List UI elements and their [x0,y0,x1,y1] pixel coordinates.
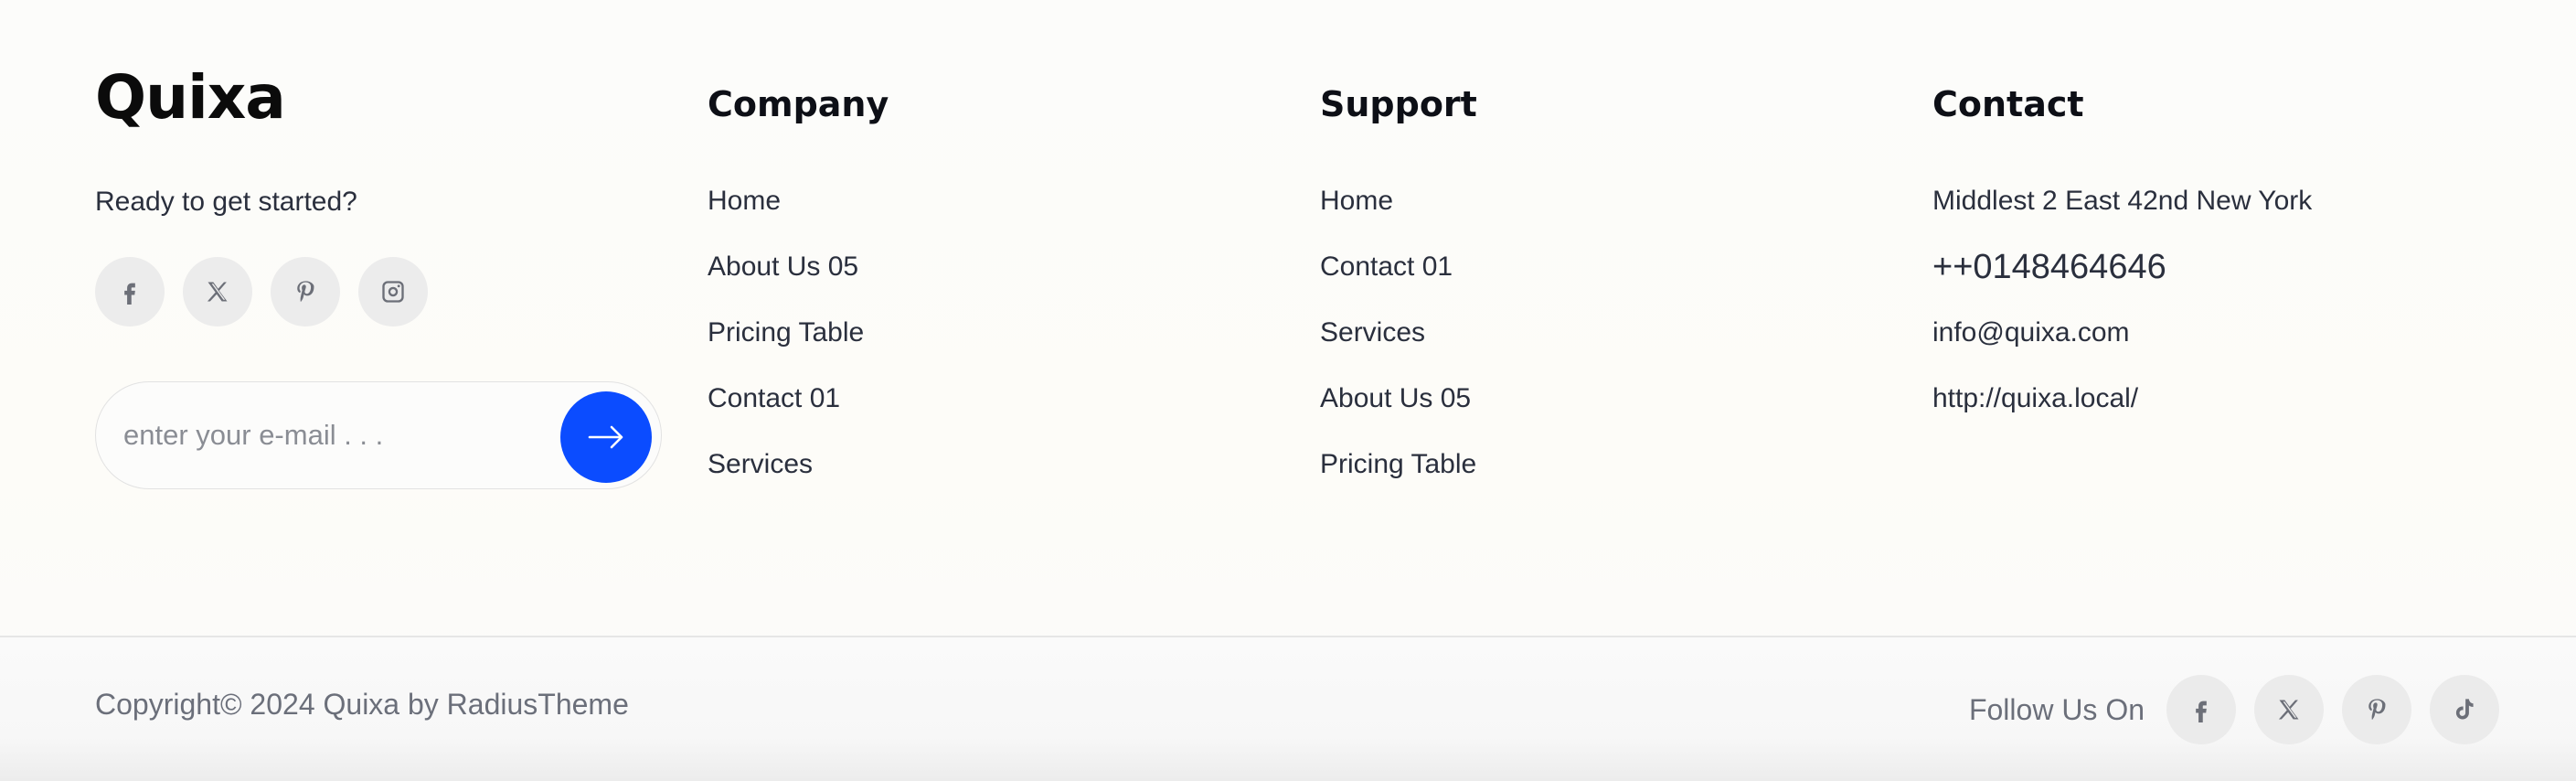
follow-label: Follow Us On [1968,692,2145,726]
support-link-services[interactable]: Services [1320,317,1425,348]
social-links [95,257,428,326]
support-link-about-us[interactable]: About Us 05 [1320,383,1471,413]
support-link-home[interactable]: Home [1320,186,1393,216]
contact-website: http://quixa.local/ [1932,379,2312,444]
phone-link[interactable]: ++0148464646 [1932,248,2166,286]
contact-details: Middlest 2 East 42nd New York ++01484646… [1932,181,2312,444]
facebook-icon [2196,701,2207,722]
support-heading: Support [1320,84,1477,124]
footer-pinterest-link[interactable] [2342,675,2411,744]
facebook-link[interactable] [95,257,165,326]
list-item: Home [1320,181,1476,247]
footer-bottom-bar: Copyright© 2024 Quixa by RadiusTheme Fol… [0,637,2576,781]
arrow-right-icon [588,425,623,449]
newsletter-form [95,381,662,489]
company-link-pricing-table[interactable]: Pricing Table [708,317,864,348]
list-item: Services [708,444,864,510]
facebook-icon [124,283,135,305]
instagram-link[interactable] [358,257,428,326]
x-twitter-icon [207,282,228,302]
tagline: Ready to get started? [95,187,357,217]
contact-address: Middlest 2 East 42nd New York [1932,186,2313,216]
list-item: Contact 01 [1320,247,1476,313]
company-link-about-us[interactable]: About Us 05 [708,251,858,282]
instagram-icon [382,281,404,303]
company-links: Home About Us 05 Pricing Table Contact 0… [708,181,864,510]
company-link-contact[interactable]: Contact 01 [708,383,840,413]
support-link-contact[interactable]: Contact 01 [1320,251,1453,282]
contact-phone: ++0148464646 [1932,247,2312,313]
logo[interactable]: Quixa [95,68,286,128]
list-item: Services [1320,313,1476,379]
list-item: About Us 05 [708,247,864,313]
pinterest-icon [2368,699,2386,721]
company-link-home[interactable]: Home [708,186,781,216]
list-item: Home [708,181,864,247]
list-item: About Us 05 [1320,379,1476,444]
website-link[interactable]: http://quixa.local/ [1932,383,2138,413]
footer-main: Quixa Ready to get started? Company [0,0,2576,636]
contact-email: info@quixa.com [1932,313,2312,379]
list-item: Contact 01 [708,379,864,444]
tiktok-icon [2455,699,2474,720]
support-link-pricing-table[interactable]: Pricing Table [1320,449,1476,479]
support-links: Home Contact 01 Services About Us 05 Pri… [1320,181,1476,510]
email-input[interactable] [123,410,526,461]
list-item: Pricing Table [1320,444,1476,510]
email-link[interactable]: info@quixa.com [1932,317,2130,348]
company-heading: Company [708,84,889,124]
copyright-text: Copyright© 2024 Quixa by RadiusTheme [95,688,629,721]
footer-tiktok-link[interactable] [2430,675,2499,744]
pinterest-link[interactable] [271,257,340,326]
x-twitter-icon [2278,700,2299,720]
follow-us: Follow Us On [1969,675,2499,744]
footer-x-twitter-link[interactable] [2254,675,2324,744]
list-item: Pricing Table [708,313,864,379]
footer-facebook-link[interactable] [2166,675,2236,744]
pinterest-icon [297,281,314,303]
x-twitter-link[interactable] [183,257,252,326]
subscribe-button[interactable] [560,391,652,483]
company-link-services[interactable]: Services [708,449,813,479]
contact-heading: Contact [1932,84,2084,124]
